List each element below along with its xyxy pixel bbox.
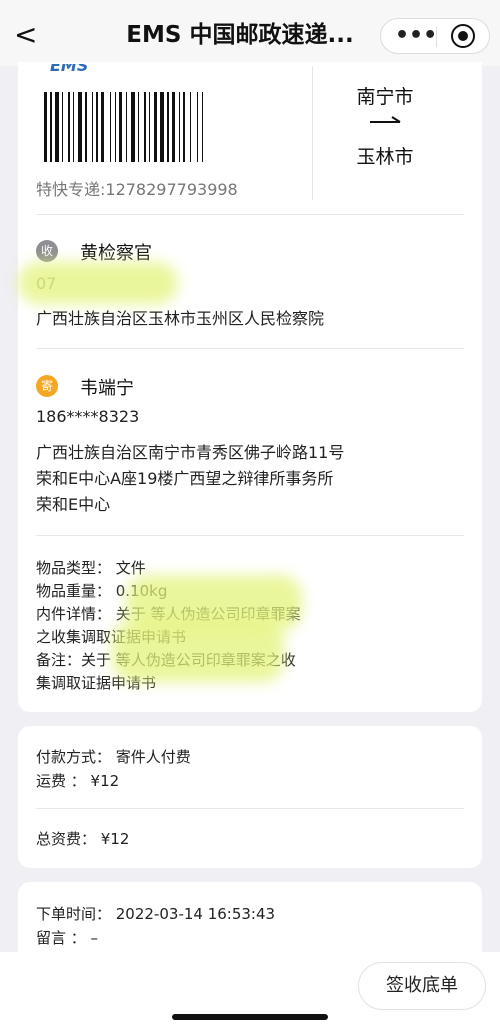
barcode-bar [138,92,139,162]
route-arrow-icon [370,116,401,123]
barcode-bar [190,92,191,162]
item-type: 物品类型： 文件 [36,559,146,577]
barcode-bar [96,92,98,162]
barcode [44,92,203,162]
sender-address-line1: 广西壮族自治区南宁市青秀区佛子岭路11号 [36,443,345,462]
redaction-blur [112,620,284,682]
more-button[interactable]: ••• [395,25,437,47]
mini-program-capsule: ••• [380,18,490,54]
divider [36,214,464,215]
barcode-bar [126,92,127,162]
barcode-bar [149,92,150,162]
close-mini-program-icon[interactable] [451,24,475,48]
barcode-bar [78,92,82,162]
payment-method: 付款方式： 寄件人付费 [36,748,191,766]
order-time: 下单时间： 2022-03-14 16:53:43 [36,905,276,923]
barcode-bar [110,92,111,162]
order-message: 留言 ： – [36,929,99,947]
barcode-bar [92,92,93,162]
divider [36,808,464,809]
sender-phone: 186****8323 [36,407,140,426]
sign-receipt-button[interactable]: 签收底单 [358,962,486,1010]
barcode-bar [183,92,185,162]
barcode-bar [167,92,169,162]
barcode-bar [62,92,63,162]
capsule-divider [436,27,437,47]
barcode-bar [115,92,116,162]
page-title: EMS 中国邮政速递... [126,22,354,48]
barcode-bar [44,92,47,162]
total-fee: 总资费： ¥12 [36,830,130,848]
redaction-blur [18,262,178,304]
home-indicator [172,1014,328,1020]
nav-bar: < EMS 中国邮政速递... ••• [0,0,500,66]
sender-name: 韦端宁 [80,378,134,399]
route-divider [312,66,313,200]
barcode-bar [172,92,175,162]
back-button[interactable]: < [14,20,40,50]
barcode-bar [119,92,122,162]
barcode-bar [202,92,203,162]
barcode-bar [73,92,74,162]
barcode-bar [85,92,87,162]
barcode-bar [50,92,52,162]
sender-address-line3: 荣和E中心 [36,495,111,514]
sender-badge: 寄 [36,375,58,397]
barcode-bar [160,92,164,162]
barcode-bar [154,92,157,162]
route-from-city: 南宁市 [356,86,414,108]
barcode-bar [131,92,135,162]
barcode-bar [144,92,146,162]
route-to-city: 玉林市 [356,146,414,168]
receiver-name: 黄检察官 [80,243,152,264]
sender-address-line2: 荣和E中心A座19楼广西望之辩律所事务所 [36,469,334,488]
barcode-bar [55,92,59,162]
barcode-bar [101,92,104,162]
divider [36,535,464,536]
barcode-bar [68,92,70,162]
receiver-badge: 收 [36,240,58,262]
tracking-number: 特快专递:1278297793998 [36,180,238,199]
barcode-bar [179,92,180,162]
receiver-address: 广西壮族自治区玉林市玉州区人民检察院 [36,309,325,328]
freight: 运费 ： ¥12 [36,772,120,790]
ems-logo: EMS [50,64,89,74]
barcode-bar [197,92,198,162]
divider [36,348,464,349]
